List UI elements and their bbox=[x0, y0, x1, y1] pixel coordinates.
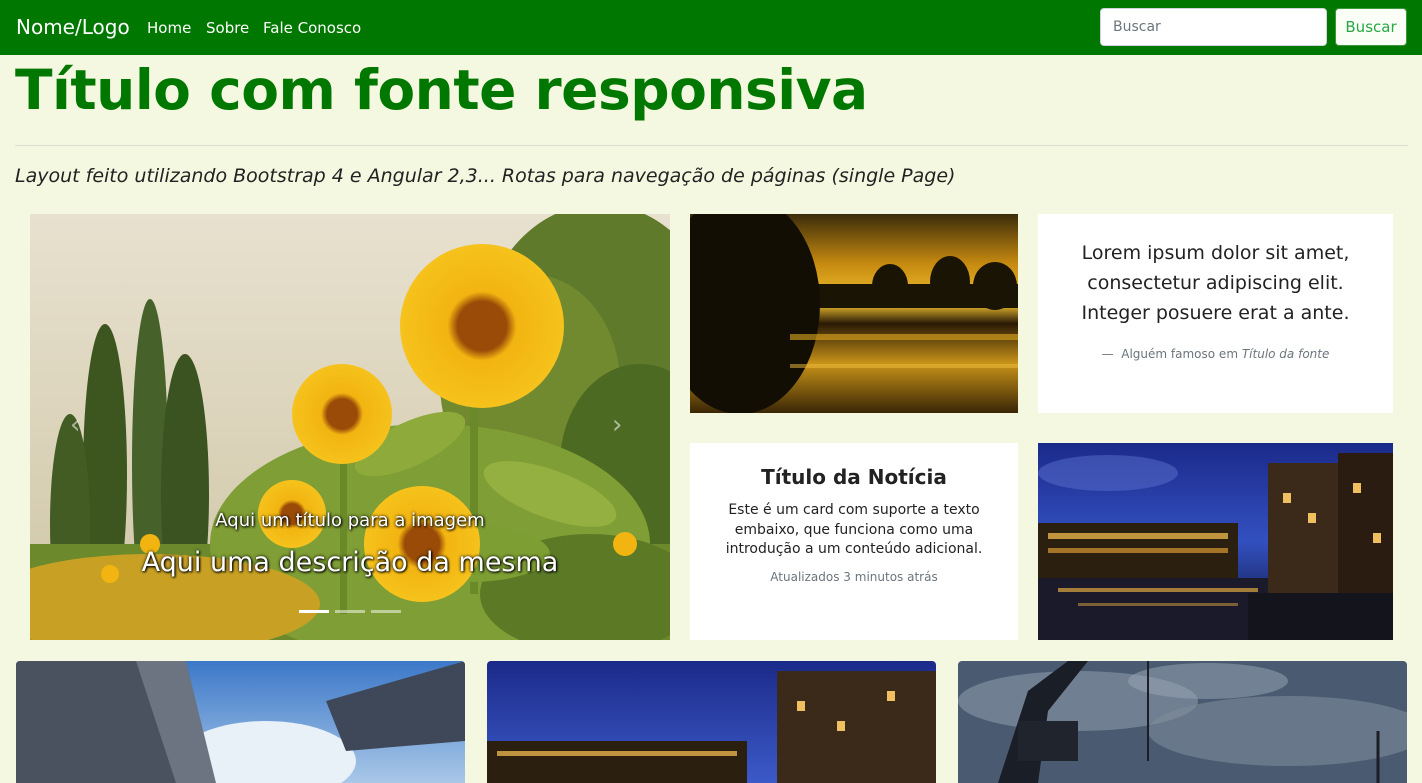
carousel-indicator-1[interactable] bbox=[299, 610, 329, 613]
crane-cloudy-sky-image bbox=[958, 661, 1407, 783]
carousel-indicator-2[interactable] bbox=[335, 610, 365, 613]
news-card-updated: Atualizados 3 minutos atrás bbox=[770, 570, 938, 584]
nav-link-fale-conosco[interactable]: Fale Conosco bbox=[263, 19, 361, 37]
carousel-caption-description: Aqui uma descrição da mesma bbox=[141, 547, 559, 578]
page-title: Título com fonte responsiva bbox=[15, 58, 868, 122]
nav-link-home[interactable]: Home bbox=[147, 19, 191, 37]
carousel-indicator-3[interactable] bbox=[371, 610, 401, 613]
sunset-lake-image bbox=[690, 214, 1018, 413]
quote-card: Lorem ipsum dolor sit amet, consectetur … bbox=[1038, 214, 1393, 413]
brand-logo[interactable]: Nome/Logo bbox=[16, 15, 130, 39]
canal-night-city-image-2 bbox=[487, 661, 936, 783]
carousel-next-icon[interactable]: › bbox=[612, 410, 622, 440]
divider bbox=[15, 145, 1408, 146]
carousel-prev-icon[interactable]: ‹ bbox=[70, 410, 80, 440]
quote-footer: — Alguém famoso em Título da fonte bbox=[1038, 347, 1393, 361]
search-button[interactable]: Buscar bbox=[1335, 8, 1407, 46]
quote-author: Alguém famoso em bbox=[1121, 347, 1239, 361]
news-card: Título da Notícia Este é um card com sup… bbox=[690, 443, 1018, 640]
navbar: Nome/Logo Home Sobre Fale Conosco Buscar bbox=[0, 0, 1422, 55]
search-input[interactable] bbox=[1100, 8, 1327, 46]
quote-text: Lorem ipsum dolor sit amet, consectetur … bbox=[1081, 242, 1350, 324]
skyscrapers-image bbox=[16, 661, 465, 783]
nav-link-sobre[interactable]: Sobre bbox=[206, 19, 249, 37]
news-card-text: Este é um card com suporte a texto embai… bbox=[725, 502, 983, 557]
news-card-title: Título da Notícia bbox=[761, 465, 947, 489]
canal-night-city-image bbox=[1038, 443, 1393, 640]
quote-dash: — bbox=[1101, 347, 1114, 361]
carousel-caption-title: Aqui um título para a imagem bbox=[215, 510, 485, 531]
quote-source: Título da fonte bbox=[1241, 347, 1330, 361]
lead-text: Layout feito utilizando Bootstrap 4 e An… bbox=[15, 165, 956, 187]
